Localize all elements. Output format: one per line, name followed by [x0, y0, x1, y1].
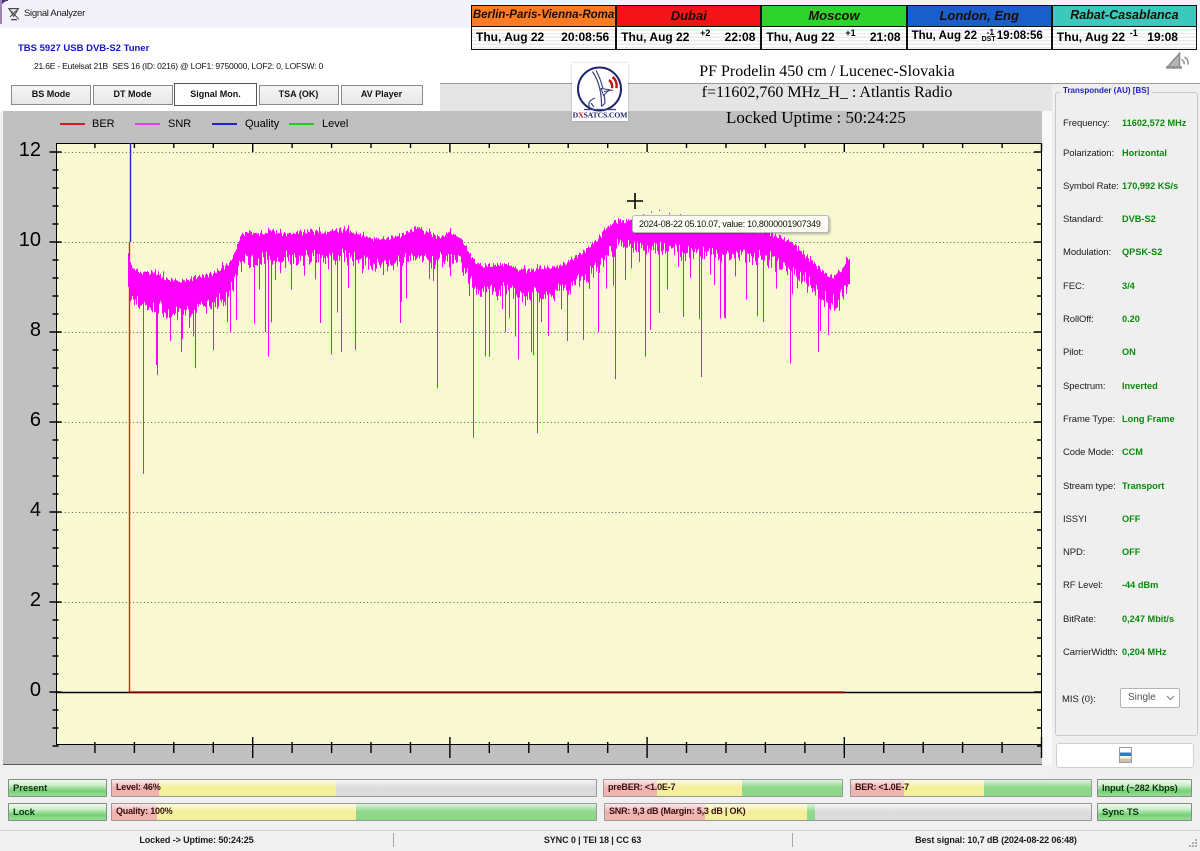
svg-text:DXSATCS.COM: DXSATCS.COM: [573, 111, 628, 120]
